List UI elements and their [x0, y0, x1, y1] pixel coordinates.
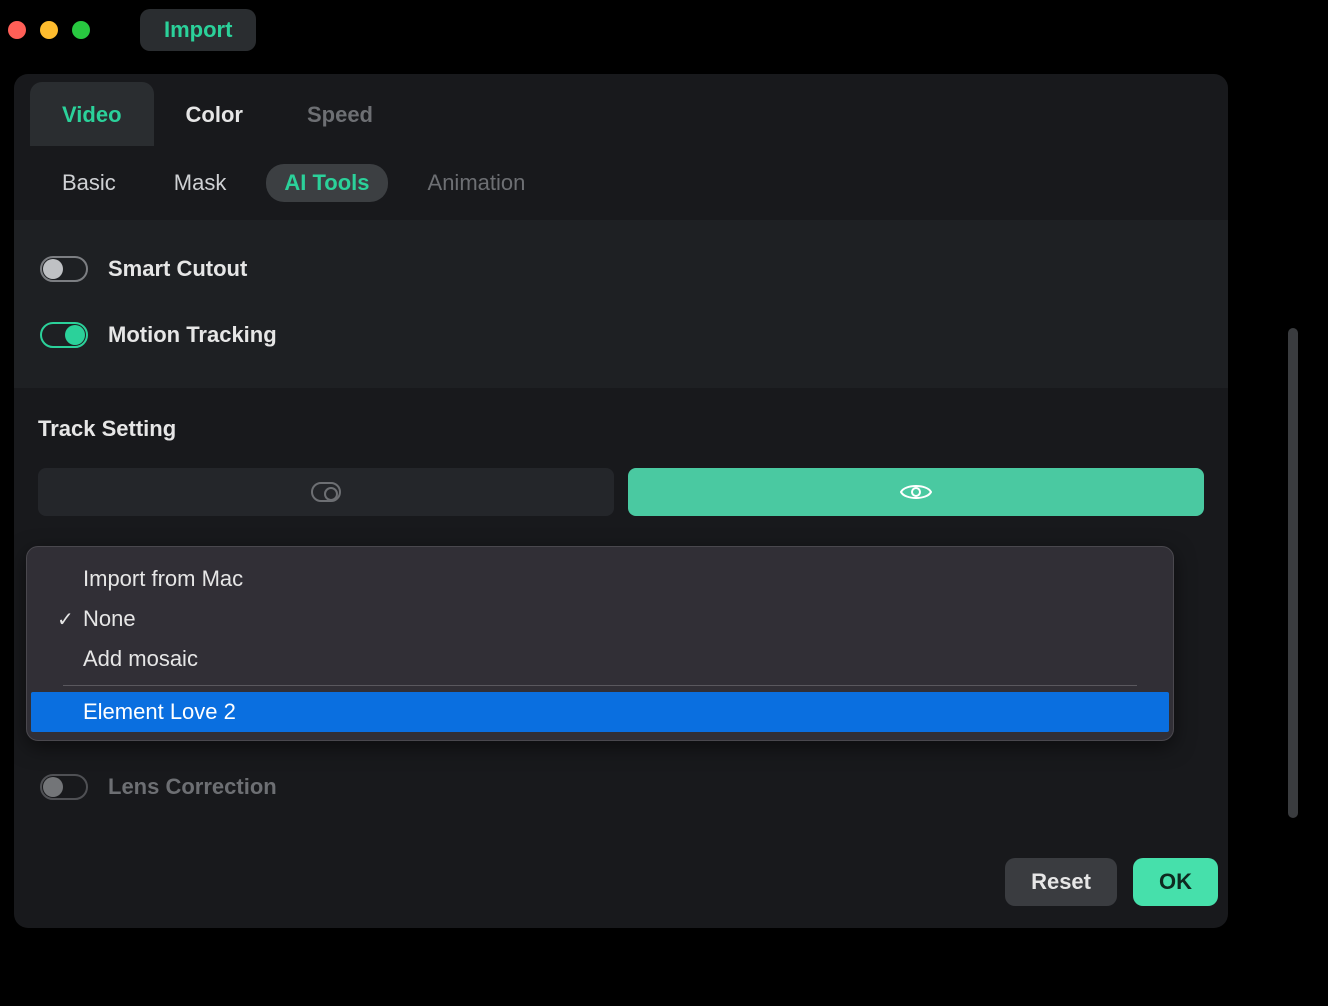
- smart-cutout-toggle[interactable]: [40, 256, 88, 282]
- track-setting-segmented: [38, 468, 1204, 516]
- panel-footer: Reset OK: [1005, 836, 1228, 928]
- track-setting-section: Track Setting: [14, 388, 1228, 526]
- tab-video[interactable]: Video: [30, 82, 154, 146]
- subtab-mask[interactable]: Mask: [156, 164, 245, 202]
- tab-speed[interactable]: Speed: [275, 82, 405, 146]
- smart-cutout-label: Smart Cutout: [108, 256, 247, 282]
- subtab-animation[interactable]: Animation: [410, 164, 544, 202]
- window-maximize-button[interactable]: [72, 21, 90, 39]
- ai-tools-toggles: Smart Cutout Motion Tracking: [14, 220, 1228, 388]
- track-setting-mask-button[interactable]: [38, 468, 614, 516]
- inspector-panel: Video Color Speed Basic Mask AI Tools An…: [14, 74, 1228, 928]
- window-minimize-button[interactable]: [40, 21, 58, 39]
- track-setting-show-button[interactable]: [628, 468, 1204, 516]
- lens-correction-row: Lens Correction: [40, 774, 277, 800]
- lens-correction-toggle[interactable]: [40, 774, 88, 800]
- scrollbar-thumb[interactable]: [1288, 328, 1298, 818]
- primary-tabs: Video Color Speed: [14, 74, 1228, 146]
- eye-icon: [900, 481, 932, 503]
- import-button[interactable]: Import: [140, 9, 256, 51]
- motion-tracking-toggle[interactable]: [40, 322, 88, 348]
- dropdown-item-label: None: [83, 606, 136, 631]
- lens-correction-label: Lens Correction: [108, 774, 277, 800]
- tab-color[interactable]: Color: [154, 82, 275, 146]
- window-titlebar: Import: [0, 0, 1328, 60]
- secondary-tabs: Basic Mask AI Tools Animation: [14, 146, 1228, 220]
- track-setting-title: Track Setting: [38, 416, 1204, 442]
- mask-icon: [311, 482, 341, 502]
- subtab-ai-tools[interactable]: AI Tools: [266, 164, 387, 202]
- reset-button[interactable]: Reset: [1005, 858, 1117, 906]
- dropdown-item-import-from-mac[interactable]: Import from Mac: [27, 559, 1173, 599]
- subtab-basic[interactable]: Basic: [44, 164, 134, 202]
- link-element-dropdown[interactable]: Import from Mac ✓ None Add mosaic Elemen…: [26, 546, 1174, 741]
- dropdown-separator: [63, 685, 1137, 686]
- motion-tracking-row: Motion Tracking: [40, 322, 1228, 348]
- check-icon: ✓: [57, 607, 74, 632]
- window-close-button[interactable]: [8, 21, 26, 39]
- smart-cutout-row: Smart Cutout: [40, 256, 1228, 282]
- dropdown-item-none[interactable]: ✓ None: [27, 599, 1173, 639]
- dropdown-item-add-mosaic[interactable]: Add mosaic: [27, 639, 1173, 679]
- panel-scrollbar[interactable]: [1288, 328, 1298, 818]
- window-controls: [8, 21, 90, 39]
- dropdown-item-element-love-2[interactable]: Element Love 2: [31, 692, 1169, 732]
- motion-tracking-label: Motion Tracking: [108, 322, 277, 348]
- ok-button[interactable]: OK: [1133, 858, 1218, 906]
